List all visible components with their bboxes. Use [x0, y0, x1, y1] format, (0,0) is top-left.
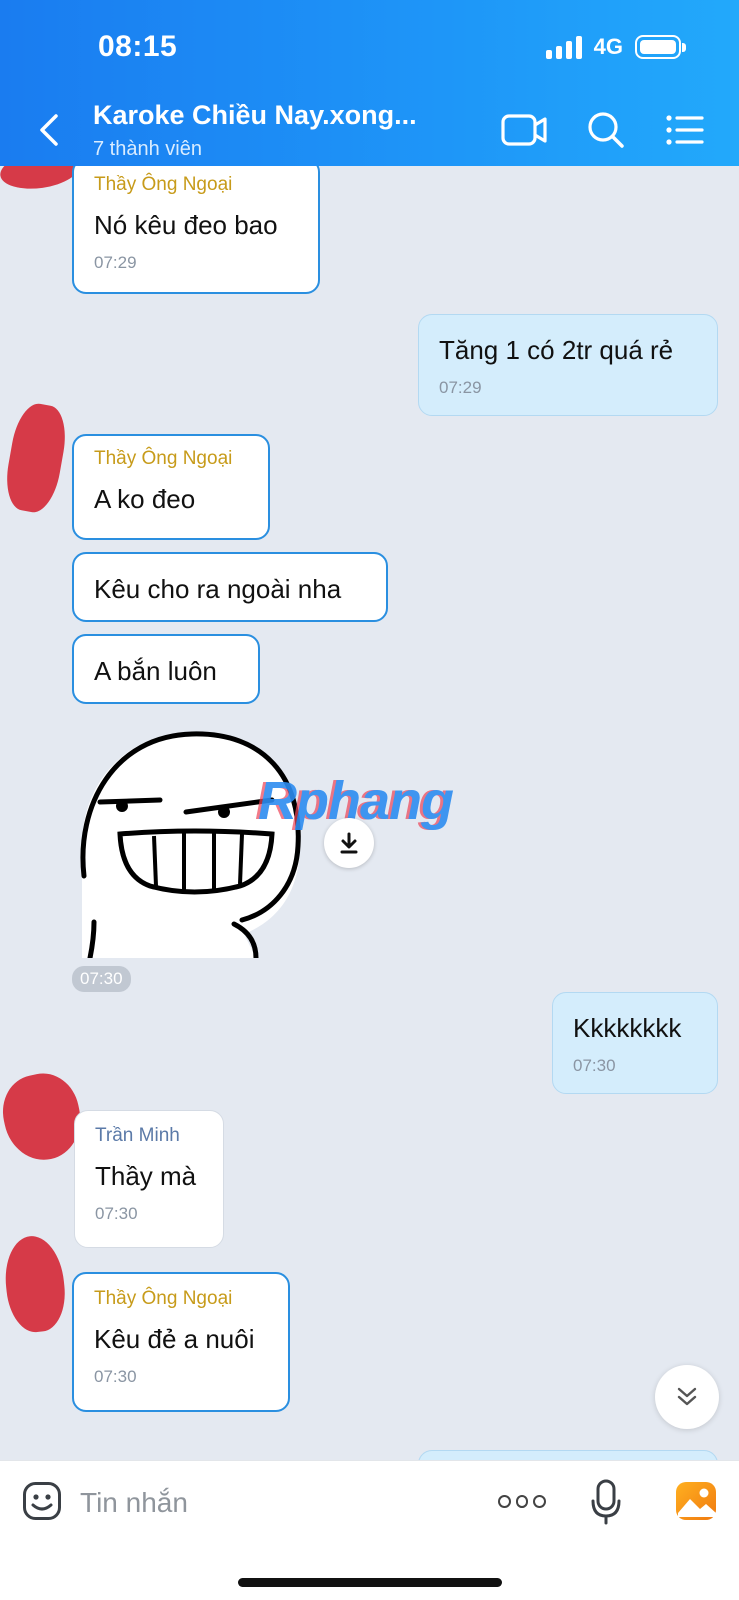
message-time: 07:30 — [94, 1367, 137, 1386]
message-text: A bắn luôn — [94, 656, 217, 686]
image-icon[interactable] — [674, 1479, 718, 1523]
message-text: A ko đeo — [94, 484, 196, 514]
message-text: Tăng 1 có 2tr quá rẻ — [439, 335, 674, 365]
message-time: 07:30 — [573, 1056, 616, 1075]
microphone-icon[interactable] — [590, 1479, 622, 1525]
sender-name: Thầy Ông Ngoại — [94, 174, 233, 195]
message-time: 07:29 — [94, 253, 137, 272]
message-bubble[interactable]: A bắn luôn — [72, 634, 260, 704]
message-text: Kkkkkkkk — [573, 1013, 682, 1043]
download-button[interactable] — [324, 818, 374, 868]
message-bubble[interactable]: Thầy Ông Ngoại Kêu đẻ a nuôi 07:30 — [72, 1272, 290, 1412]
more-icon[interactable] — [498, 1495, 547, 1511]
member-count[interactable]: 7 thành viên — [93, 138, 202, 161]
status-time: 08:15 — [98, 30, 178, 63]
chat-title[interactable]: Karoke Chiều Nay.xong... — [93, 100, 417, 131]
message-time: 07:30 — [95, 1204, 138, 1223]
scroll-to-bottom-button[interactable] — [655, 1365, 719, 1429]
menu-list-icon[interactable] — [662, 108, 710, 152]
sticker-grin-face[interactable] — [74, 726, 306, 958]
video-call-icon[interactable] — [500, 108, 548, 152]
message-time: 07:29 — [439, 378, 482, 397]
message-text: Kêu đẻ a nuôi — [94, 1324, 255, 1354]
message-list[interactable]: Thầy Ông Ngoại Nó kêu đeo bao 07:29 Tăng… — [0, 166, 739, 1460]
signal-icon — [545, 35, 582, 59]
chat-header: 08:15 4G Karoke Chiều Nay.xong... 7 thàn… — [0, 0, 739, 166]
sender-name: Thầy Ông Ngoại — [94, 448, 233, 469]
message-bubble[interactable]: Kêu cho ra ngoài nha — [72, 552, 388, 622]
sender-name: Trần Minh — [95, 1125, 180, 1146]
emoji-icon[interactable] — [22, 1481, 62, 1521]
sticker-time: 07:30 — [72, 966, 131, 992]
message-bubble-outgoing[interactable]: Tăng 1 có 2tr quá rẻ 07:29 — [418, 314, 718, 416]
message-bubble[interactable]: Thầy Ông Ngoại Nó kêu đeo bao 07:29 — [72, 166, 320, 294]
message-bubble-outgoing[interactable]: Kkkkkkkk 07:30 — [552, 992, 718, 1094]
status-indicators: 4G — [545, 34, 686, 60]
message-text: Kêu cho ra ngoài nha — [94, 574, 342, 604]
message-input[interactable] — [80, 1483, 460, 1523]
chevron-double-down-icon — [677, 1387, 697, 1406]
battery-icon — [635, 35, 686, 59]
sender-name: Thầy Ông Ngoại — [94, 1288, 233, 1309]
download-icon — [340, 832, 358, 854]
avatar-redaction — [1, 400, 71, 516]
message-text: Thầy mà — [95, 1161, 197, 1191]
search-icon[interactable] — [582, 108, 630, 152]
message-bubble[interactable]: Trần Minh Thầy mà 07:30 — [74, 1110, 224, 1248]
avatar-redaction — [0, 166, 83, 194]
avatar-redaction — [1, 1233, 69, 1335]
message-bubble[interactable]: Thầy Ông Ngoại A ko đeo — [72, 434, 270, 540]
home-indicator — [238, 1578, 502, 1587]
back-icon[interactable] — [34, 110, 68, 150]
network-type: 4G — [593, 34, 623, 59]
message-bubble-outgoing[interactable] — [418, 1450, 718, 1460]
message-text: Nó kêu đeo bao — [94, 210, 278, 240]
